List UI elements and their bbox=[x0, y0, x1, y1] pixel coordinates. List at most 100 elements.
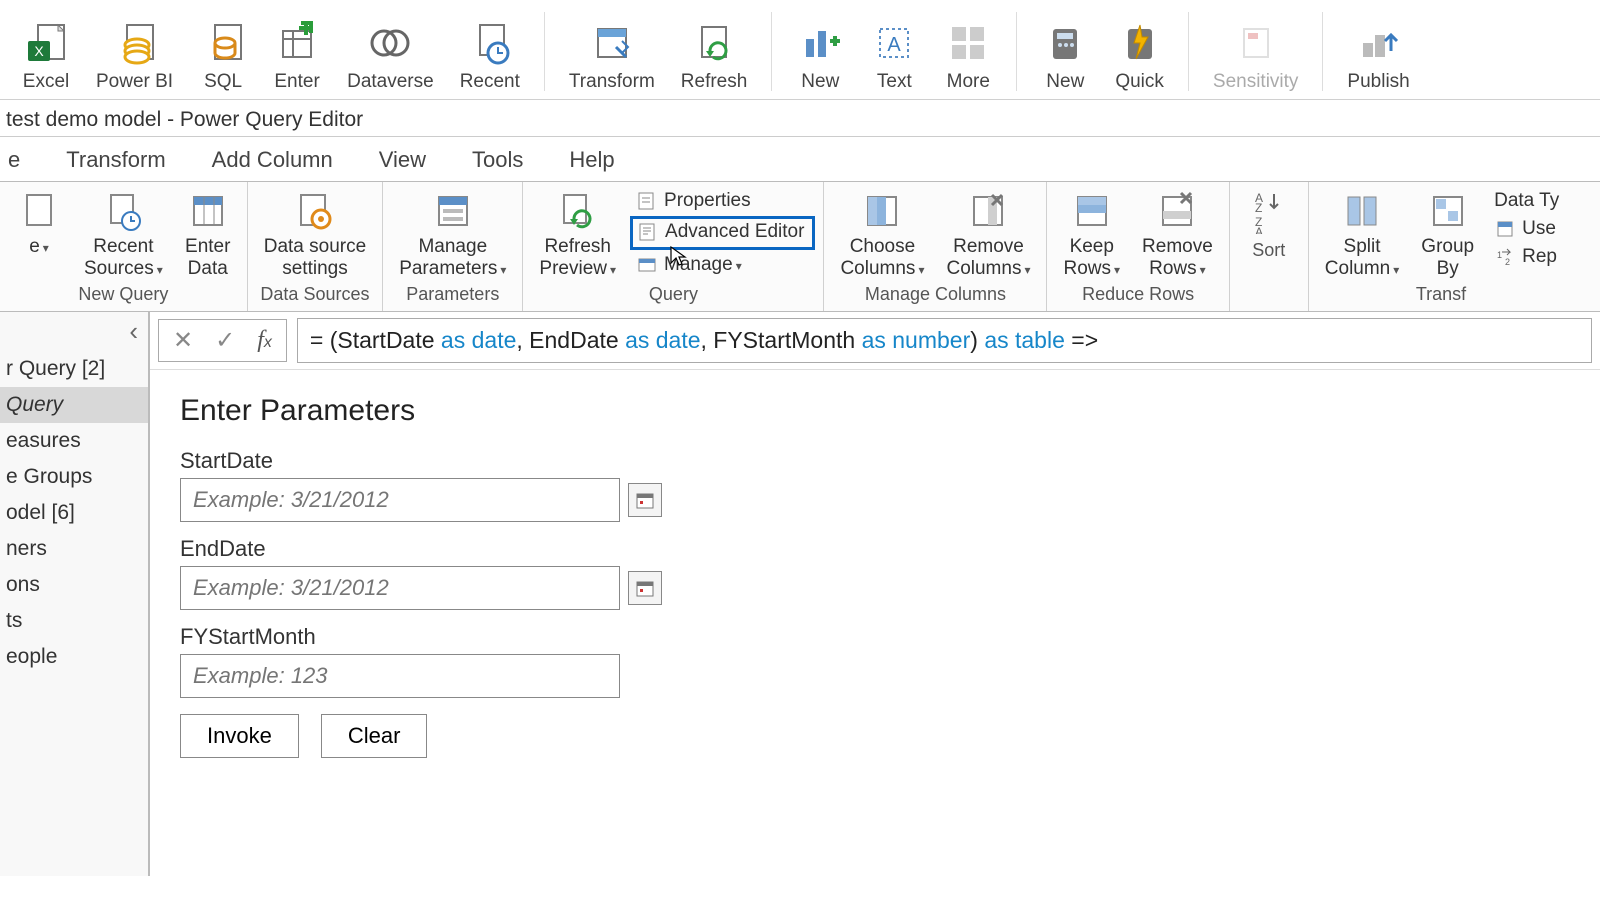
new-measure-label: New bbox=[1046, 71, 1084, 93]
query-item[interactable]: ners bbox=[0, 531, 148, 567]
enter-button[interactable]: Enter bbox=[261, 6, 333, 97]
powerbi-label: Power BI bbox=[96, 71, 173, 93]
tab-view[interactable]: View bbox=[379, 147, 426, 173]
remove-rows-button[interactable]: Remove Rows bbox=[1134, 186, 1221, 282]
fy-start-month-input[interactable] bbox=[180, 654, 620, 698]
query-item[interactable]: easures bbox=[0, 423, 148, 459]
refresh-button-top[interactable]: Refresh bbox=[669, 6, 760, 97]
quick-measure-button[interactable]: Quick bbox=[1103, 6, 1176, 97]
field-end-date: EndDate bbox=[180, 536, 1570, 610]
tab-tools[interactable]: Tools bbox=[472, 147, 523, 173]
invoke-button[interactable]: Invoke bbox=[180, 714, 299, 758]
tab-transform[interactable]: Transform bbox=[66, 147, 165, 173]
transform-data-label: Transform bbox=[569, 71, 655, 93]
start-date-input[interactable] bbox=[180, 478, 620, 522]
tab-add-column[interactable]: Add Column bbox=[212, 147, 333, 173]
fx-button[interactable]: fx bbox=[257, 327, 272, 354]
remove-columns-label: Remove Columns bbox=[946, 236, 1030, 280]
formula-bar[interactable]: = (StartDate as date, EndDate as date, F… bbox=[297, 318, 1592, 363]
group-label-query: Query bbox=[649, 282, 698, 309]
svg-text:Z: Z bbox=[1255, 201, 1262, 215]
group-label-data-sources: Data Sources bbox=[260, 282, 369, 309]
query-item[interactable]: eople bbox=[0, 639, 148, 675]
fy-label: FYStartMonth bbox=[180, 624, 1570, 650]
group-by-button[interactable]: Group By bbox=[1413, 186, 1482, 282]
transform-data-button[interactable]: Transform bbox=[557, 6, 667, 97]
query-item[interactable]: odel [6] bbox=[0, 495, 148, 531]
properties-button[interactable]: Properties bbox=[630, 188, 815, 214]
excel-icon: X bbox=[22, 19, 70, 67]
tab-home-cut[interactable]: e bbox=[8, 147, 20, 173]
dataverse-button[interactable]: Dataverse bbox=[335, 6, 446, 97]
powerbi-button[interactable]: Power BI bbox=[84, 6, 185, 97]
excel-button[interactable]: X Excel bbox=[10, 6, 82, 97]
split-column-icon bbox=[1339, 188, 1385, 234]
refresh-label-top: Refresh bbox=[681, 71, 748, 93]
text-box-label: Text bbox=[877, 71, 912, 93]
manage-label: Manage bbox=[664, 254, 742, 276]
manage-button[interactable]: Manage bbox=[630, 252, 815, 278]
choose-columns-button[interactable]: Choose Columns bbox=[832, 186, 932, 282]
data-type-button[interactable]: Data Ty bbox=[1488, 188, 1565, 214]
split-column-button[interactable]: Split Column bbox=[1317, 186, 1408, 282]
replace-values-button[interactable]: 12 Rep bbox=[1488, 244, 1565, 270]
group-label-sort: Sort bbox=[1252, 238, 1285, 265]
use-first-row-button[interactable]: Use bbox=[1488, 216, 1565, 242]
excel-label: Excel bbox=[23, 71, 69, 93]
end-date-input[interactable] bbox=[180, 566, 620, 610]
enter-data-button[interactable]: Enter Data bbox=[177, 186, 239, 282]
query-stack: Properties Advanced Editor Manage bbox=[630, 186, 815, 278]
sort-buttons[interactable]: AZZA bbox=[1238, 186, 1300, 238]
query-item[interactable]: e Groups bbox=[0, 459, 148, 495]
selected-query[interactable]: Query bbox=[0, 387, 148, 423]
tab-help[interactable]: Help bbox=[569, 147, 614, 173]
recent-sources-button[interactable]: Recent Sources bbox=[76, 186, 171, 282]
group-label-new-query: New Query bbox=[78, 282, 168, 309]
cancel-formula-button[interactable]: ✕ bbox=[173, 326, 193, 355]
group-label-parameters: Parameters bbox=[406, 282, 499, 309]
end-date-picker-button[interactable] bbox=[628, 571, 662, 605]
query-item[interactable]: ons bbox=[0, 567, 148, 603]
calendar-icon bbox=[635, 578, 655, 598]
keep-rows-button[interactable]: Keep Rows bbox=[1055, 186, 1128, 282]
text-box-button[interactable]: A Text bbox=[858, 6, 930, 97]
new-visual-button[interactable]: New bbox=[784, 6, 856, 97]
choose-columns-label: Choose Columns bbox=[840, 236, 924, 280]
svg-text:2: 2 bbox=[1505, 257, 1510, 266]
advanced-editor-icon bbox=[637, 221, 659, 243]
query-item[interactable]: ts bbox=[0, 603, 148, 639]
start-date-label: StartDate bbox=[180, 448, 1570, 474]
sort-icon: AZZA bbox=[1246, 188, 1292, 234]
refresh-preview-icon bbox=[555, 188, 601, 234]
enter-icon bbox=[273, 19, 321, 67]
manage-parameters-button[interactable]: Manage Parameters bbox=[391, 186, 514, 282]
publish-button[interactable]: Publish bbox=[1335, 6, 1421, 97]
new-measure-button[interactable]: New bbox=[1029, 6, 1101, 97]
clear-button[interactable]: Clear bbox=[321, 714, 428, 758]
remove-columns-button[interactable]: Remove Columns bbox=[938, 186, 1038, 282]
collapse-queries-button[interactable]: ‹ bbox=[119, 312, 148, 351]
dataverse-icon bbox=[366, 19, 414, 67]
new-source-button-cut[interactable]: e bbox=[8, 186, 70, 260]
sql-button[interactable]: SQL bbox=[187, 6, 259, 97]
keep-rows-icon bbox=[1069, 188, 1115, 234]
group-reduce-rows: Keep Rows Remove Rows Reduce Rows bbox=[1047, 182, 1229, 311]
more-visuals-button[interactable]: More bbox=[932, 6, 1004, 97]
advanced-editor-button[interactable]: Advanced Editor bbox=[630, 216, 815, 250]
separator bbox=[771, 12, 772, 91]
dataverse-label: Dataverse bbox=[347, 71, 434, 93]
more-visuals-label: More bbox=[947, 71, 990, 93]
start-date-picker-button[interactable] bbox=[628, 483, 662, 517]
data-source-settings-button[interactable]: Data source settings bbox=[256, 186, 374, 282]
group-parameters: Manage Parameters Parameters bbox=[383, 182, 523, 311]
svg-text:A: A bbox=[888, 34, 902, 56]
group-by-icon bbox=[1425, 188, 1471, 234]
commit-formula-button[interactable]: ✓ bbox=[215, 326, 235, 355]
quick-measure-label: Quick bbox=[1115, 71, 1164, 93]
refresh-preview-button[interactable]: Refresh Preview bbox=[531, 186, 624, 282]
recent-icon bbox=[466, 19, 514, 67]
separator bbox=[1016, 12, 1017, 91]
manage-icon bbox=[636, 254, 658, 276]
data-source-settings-label: Data source settings bbox=[264, 236, 366, 280]
recent-button[interactable]: Recent bbox=[448, 6, 532, 97]
